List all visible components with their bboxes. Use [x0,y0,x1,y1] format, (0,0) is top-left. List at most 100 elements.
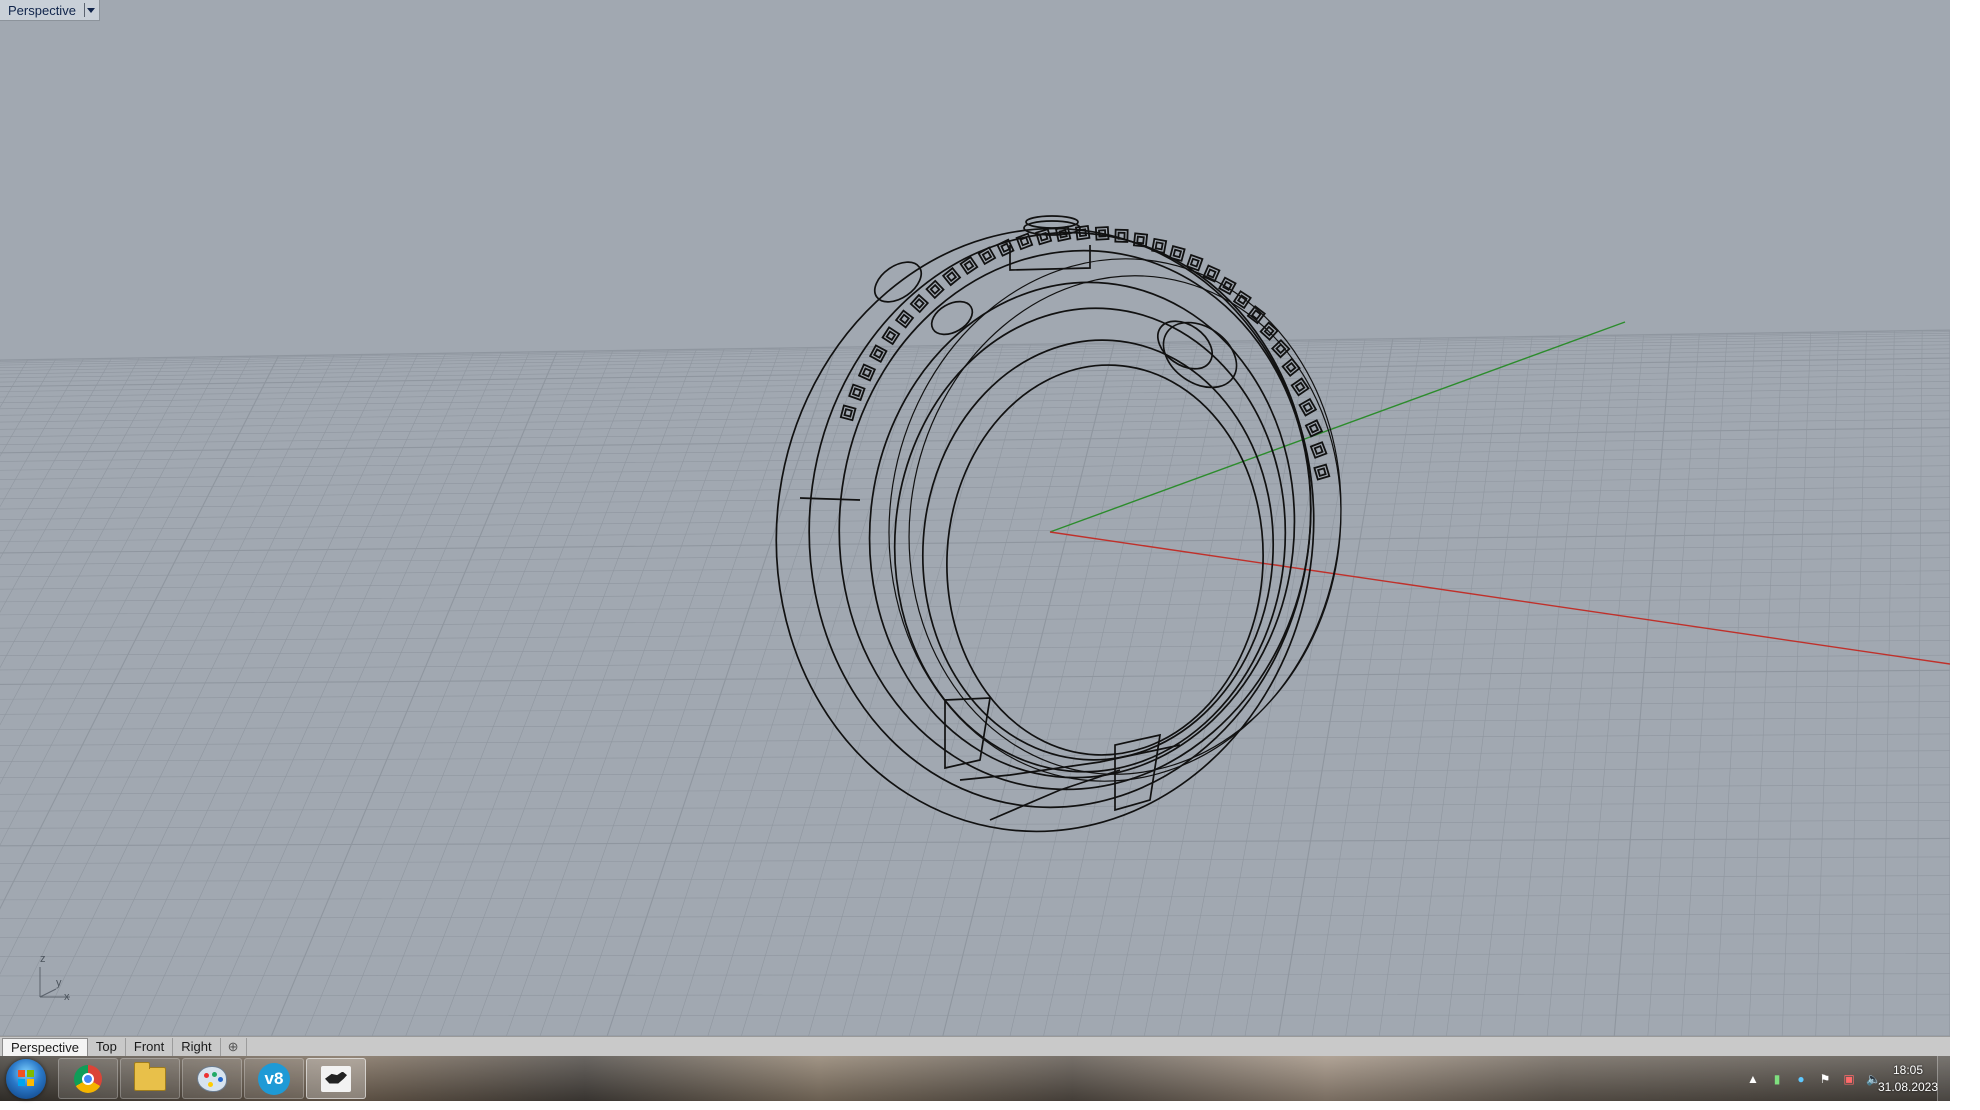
grid-line [0,356,251,846]
gem-setting [1185,253,1204,272]
globe-icon[interactable]: ● [1794,1072,1808,1086]
grid-line [1412,336,1505,1036]
windows-taskbar: v8 ▲ ▮ ● ⚑ ▣ 🔈 18:05 31.08.2023 [0,1056,1950,1101]
grid-line [0,654,1950,671]
grid-line [1311,338,1422,1036]
tab-perspective[interactable]: Perspective [2,1038,88,1056]
gem-setting-inner [1189,257,1200,268]
grid-line [640,346,864,1036]
grid-line [0,532,1950,554]
tab-top[interactable]: Top [88,1038,126,1056]
grid-line [0,395,1950,423]
gem-setting-inner [1206,268,1217,279]
grid-line [1748,332,1784,1036]
grid-line [1647,333,1700,1036]
gem-setting-inner [929,283,941,295]
tab-right[interactable]: Right [173,1038,221,1056]
grid-line [0,993,1950,996]
grid-line [0,856,1950,864]
viewport-menu-dropdown-icon[interactable] [83,3,95,17]
gem-setting [894,309,915,329]
grid-line [539,347,781,1036]
taskbar-explorer-button[interactable] [120,1058,180,1099]
gem-setting-inner [913,298,925,310]
axis-icon: z y x [34,953,82,1005]
paint-icon [197,1065,227,1092]
gem-setting-inner [1117,231,1126,240]
grid-line [673,346,892,1036]
gem-setting-inner [1222,280,1233,292]
gem-setting [909,293,930,314]
gem-setting [1290,377,1310,397]
gem-setting [977,246,997,266]
grid-line [808,344,1004,1036]
gem-setting-inner [1038,231,1049,242]
gem-setting [1151,237,1168,254]
grid-line [0,335,1950,366]
grid-line [0,475,1950,500]
grid-line [976,342,1143,1036]
gem-setting-inner [963,259,975,271]
gem-setting [848,383,866,402]
grid-line [1278,338,1394,1036]
rhino-icon [321,1065,351,1092]
grid-line [0,767,1950,779]
grid-line [1815,331,1839,1036]
clock-time: 18:05 [1892,1063,1924,1077]
gem-setting [1168,245,1186,262]
grid-line [1513,335,1589,1036]
grid-line [1681,333,1728,1036]
system-tray: ▲ ▮ ● ⚑ ▣ 🔈 [1746,1056,1881,1101]
grid-line [1446,336,1533,1036]
grid-line [170,352,474,1036]
grid-line [1848,331,1867,1036]
gem-setting-inner [861,367,873,378]
gem-setting-inner [1313,444,1324,456]
grid-line [237,351,530,1036]
gem-setting-inner [1236,294,1248,306]
display-icon[interactable]: ▣ [1842,1072,1856,1086]
grid-line [1009,341,1171,1036]
grid-line [1378,337,1477,1036]
grid-line [0,913,1950,919]
grid-line [1916,330,1923,1036]
add-viewport-tab-icon[interactable]: ⊕ [221,1038,247,1056]
tab-front[interactable]: Front [126,1038,174,1056]
grid-line [2,354,335,1036]
axis-z-label: z [40,953,46,965]
gem-setting [1035,228,1053,246]
gem-setting-inner [1154,241,1164,251]
clock[interactable]: 18:05 31.08.2023 [1876,1062,1940,1096]
clock-date: 31.08.2023 [1877,1080,1939,1094]
grid-line [0,973,1950,977]
start-button[interactable] [6,1059,46,1099]
grid-line [1110,340,1254,1036]
network-icon[interactable]: ▮ [1770,1072,1784,1086]
grid-line [0,557,1950,578]
grid-line [1143,340,1282,1036]
taskbar-paint-button[interactable] [182,1058,242,1099]
v8-icon: v8 [258,1062,290,1095]
grid-line [0,402,1950,430]
gem-setting-inner [981,250,993,262]
gem-setting-inner [1019,236,1030,247]
grid-line [0,332,1950,364]
tray-expand-icon[interactable]: ▲ [1746,1072,1760,1086]
grid-line [942,342,1115,1036]
grid-line [0,669,1950,685]
gem-setting [881,326,901,346]
grid-line [1714,332,1756,1036]
viewport-tabs: Perspective Top Front Right ⊕ [0,1036,1950,1056]
construction-grid [0,329,1950,1036]
show-desktop-button[interactable] [1937,1056,1950,1101]
taskbar-chrome-button[interactable] [58,1058,118,1099]
taskbar-rhino-button[interactable] [306,1058,366,1099]
gem-setting-inner [885,330,897,342]
axis-x-label: x [64,991,70,1003]
grid-line [0,410,1950,438]
perspective-viewport[interactable]: Perspective z y x [0,0,1950,1036]
flag-icon[interactable]: ⚑ [1818,1072,1832,1086]
grid-line [606,346,837,1036]
viewport-title[interactable]: Perspective [0,0,100,21]
taskbar-v8-button[interactable]: v8 [244,1058,304,1099]
